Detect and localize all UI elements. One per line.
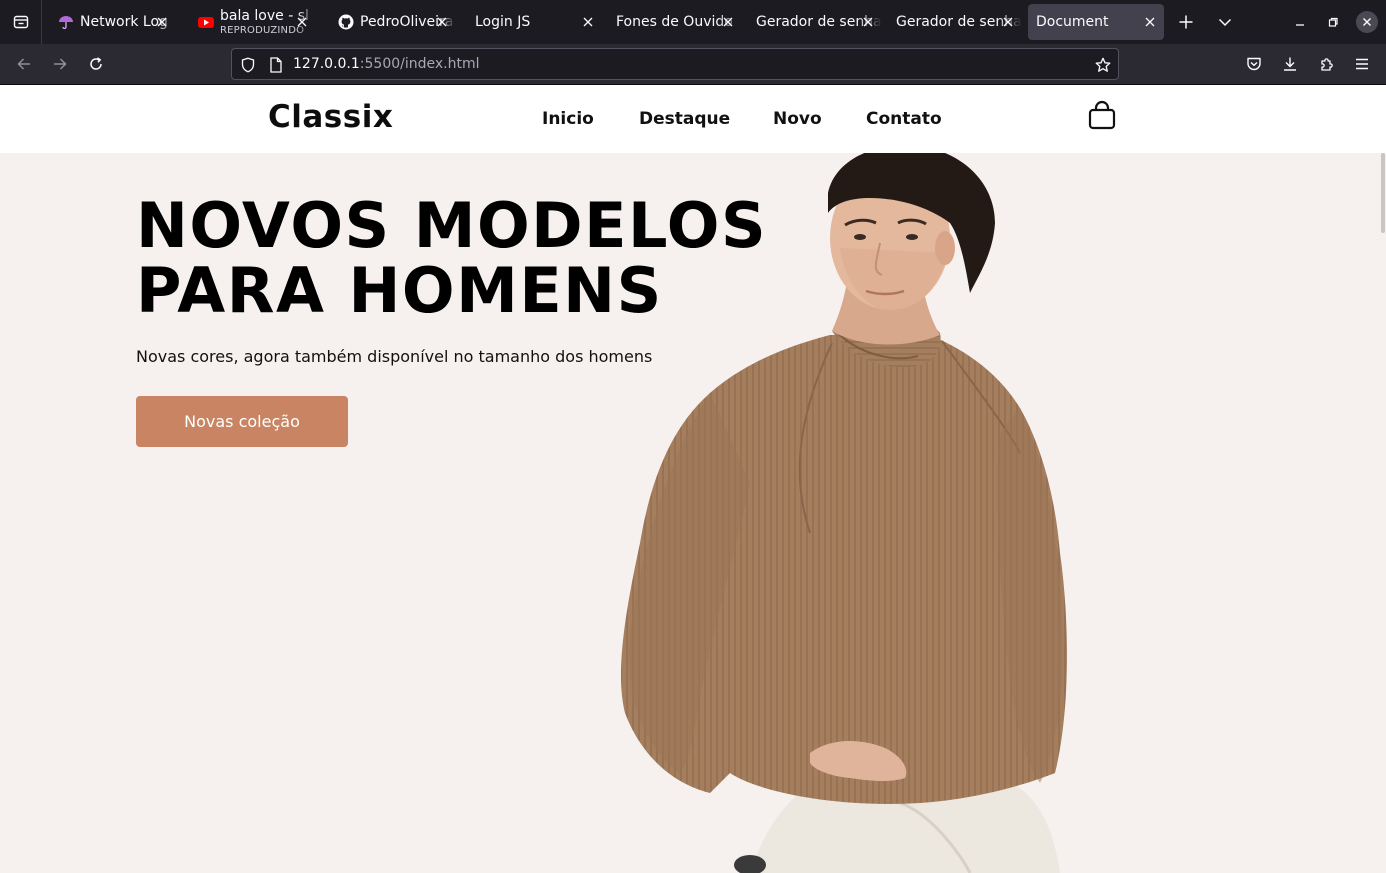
url-host: 127.0.0.1 (293, 56, 360, 72)
site-header: Classix Inicio Destaque Novo Contato (0, 85, 1386, 153)
tab-close-icon[interactable] (580, 14, 596, 30)
youtube-icon (198, 14, 214, 30)
nav-link-inicio[interactable]: Inicio (542, 109, 594, 129)
nav-link-contato[interactable]: Contato (866, 109, 942, 129)
back-button[interactable] (12, 52, 36, 76)
minimize-button[interactable] (1290, 12, 1310, 32)
arrow-left-icon (17, 58, 30, 70)
reload-button[interactable] (84, 52, 108, 76)
downloads-button[interactable] (1278, 52, 1302, 76)
new-collection-button[interactable]: Novas coleção (136, 396, 348, 447)
shield-icon[interactable] (239, 56, 257, 74)
forward-button[interactable] (48, 52, 72, 76)
page-icon[interactable] (267, 56, 285, 74)
close-icon (1363, 18, 1371, 26)
tab-gerador-2[interactable]: Gerador de senha (876, 4, 1022, 40)
web-page: Classix Inicio Destaque Novo Contato NOV… (0, 85, 1386, 873)
nav-link-novo[interactable]: Novo (773, 109, 822, 129)
hero-title: NOVOS MODELOS PARA HOMENS (136, 193, 767, 323)
hero-title-line-2: PARA HOMENS (136, 254, 663, 327)
new-tab-button[interactable] (1176, 12, 1196, 32)
menu-button[interactable] (1350, 52, 1374, 76)
restore-button[interactable] (1323, 12, 1343, 32)
url-path: :5500/index.html (359, 56, 480, 72)
plus-icon (1179, 15, 1193, 29)
firefox-view-button[interactable] (0, 0, 42, 44)
shopping-bag-icon[interactable] (1086, 99, 1118, 131)
tab-close-icon[interactable] (1000, 14, 1016, 30)
tab-github[interactable]: PedroOliveira (326, 4, 456, 40)
tab-close-icon[interactable] (860, 14, 876, 30)
page-scrollbar[interactable] (1381, 153, 1385, 233)
tab-close-icon[interactable] (434, 14, 450, 30)
github-icon (338, 14, 354, 30)
hamburger-menu-icon (1356, 58, 1368, 70)
hero-title-line-1: NOVOS MODELOS (136, 189, 768, 262)
tab-login-js[interactable]: Login JS (455, 4, 602, 40)
restore-icon (1328, 17, 1338, 27)
close-window-button[interactable] (1356, 11, 1378, 33)
list-all-tabs-button[interactable] (1215, 12, 1235, 32)
site-logo[interactable]: Classix (268, 99, 393, 135)
tab-bar: Network Log bala love - sl REPRODUZINDO … (0, 0, 1386, 44)
reload-icon (90, 57, 102, 70)
arrow-right-icon (54, 58, 67, 70)
pocket-icon (1247, 57, 1261, 71)
url-text[interactable]: 127.0.0.1:5500/index.html (293, 56, 480, 72)
tab-close-icon[interactable] (294, 14, 310, 30)
bookmark-star-icon[interactable] (1094, 56, 1112, 74)
extensions-button[interactable] (1315, 52, 1339, 76)
tab-close-icon[interactable] (1142, 14, 1158, 30)
puzzle-icon (1321, 58, 1333, 71)
tab-document[interactable]: Document (1028, 4, 1164, 40)
hero-subtitle: Novas cores, agora também disponível no … (136, 347, 653, 366)
tab-youtube[interactable]: bala love - sl REPRODUZINDO (186, 4, 316, 40)
tab-close-icon[interactable] (720, 14, 736, 30)
chevron-down-icon (1218, 18, 1232, 27)
download-icon (1284, 57, 1296, 71)
pocket-button[interactable] (1242, 52, 1266, 76)
nav-link-destaque[interactable]: Destaque (639, 109, 730, 129)
tab-gerador-1[interactable]: Gerador de senha (736, 4, 882, 40)
umbrella-icon (58, 14, 74, 30)
url-bar[interactable]: 127.0.0.1:5500/index.html (231, 48, 1119, 80)
navigation-toolbar: 127.0.0.1:5500/index.html (0, 44, 1386, 85)
tab-close-icon[interactable] (154, 14, 170, 30)
tab-fones[interactable]: Fones de Ouvido (596, 4, 742, 40)
minimize-icon (1296, 24, 1304, 26)
tab-network-log[interactable]: Network Log (46, 4, 176, 40)
firefox-view-icon (13, 15, 28, 29)
